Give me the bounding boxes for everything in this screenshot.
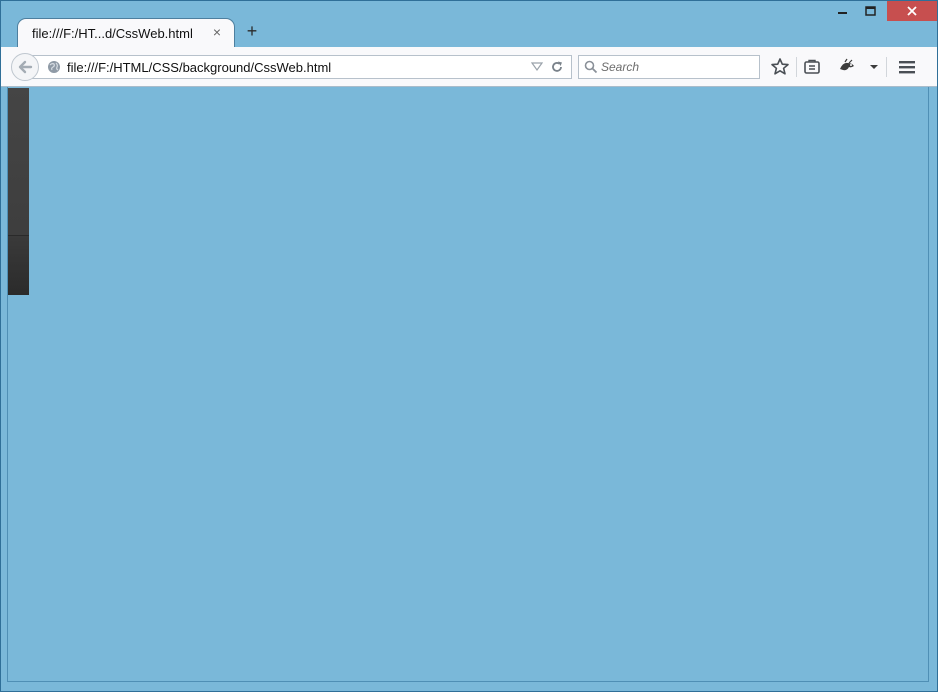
chevron-down-icon[interactable] xyxy=(864,57,884,77)
maximize-icon xyxy=(865,6,876,16)
new-tab-button[interactable]: + xyxy=(243,22,261,40)
tab-active[interactable]: file:///F:/HT...d/CssWeb.html × xyxy=(17,18,235,48)
back-button[interactable] xyxy=(11,53,39,81)
addon-icon[interactable] xyxy=(837,57,857,77)
browser-window: file:///F:/HT...d/CssWeb.html × + file:/… xyxy=(0,0,938,692)
close-icon xyxy=(907,6,917,16)
maximize-button[interactable] xyxy=(857,1,885,21)
close-button[interactable] xyxy=(887,1,937,21)
url-bar[interactable]: file:///F:/HTML/CSS/background/CssWeb.ht… xyxy=(27,55,572,79)
search-input[interactable] xyxy=(601,59,751,75)
tab-title: file:///F:/HT...d/CssWeb.html xyxy=(32,26,193,41)
dark-side-strip-lower xyxy=(7,235,29,295)
toolbar-separator xyxy=(886,57,887,77)
navigation-toolbar: file:///F:/HTML/CSS/background/CssWeb.ht… xyxy=(1,47,937,87)
toolbar-separator xyxy=(796,57,797,77)
reading-list-icon[interactable] xyxy=(802,57,822,77)
minimize-icon xyxy=(838,12,847,14)
tab-strip: file:///F:/HT...d/CssWeb.html × + xyxy=(1,1,937,48)
search-icon xyxy=(584,60,598,74)
dark-side-strip xyxy=(7,88,29,295)
reload-icon[interactable] xyxy=(550,60,564,74)
page-content xyxy=(1,87,937,691)
dropdown-icon[interactable] xyxy=(531,62,543,72)
globe-icon xyxy=(48,61,60,73)
search-bar[interactable] xyxy=(578,55,760,79)
content-frame xyxy=(7,87,929,682)
bookmark-star-icon[interactable] xyxy=(770,57,790,77)
back-icon xyxy=(18,60,33,74)
url-text[interactable]: file:///F:/HTML/CSS/background/CssWeb.ht… xyxy=(67,60,331,75)
tab-close-icon[interactable]: × xyxy=(210,25,224,39)
minimize-button[interactable] xyxy=(829,1,857,21)
menu-icon[interactable] xyxy=(897,57,917,77)
